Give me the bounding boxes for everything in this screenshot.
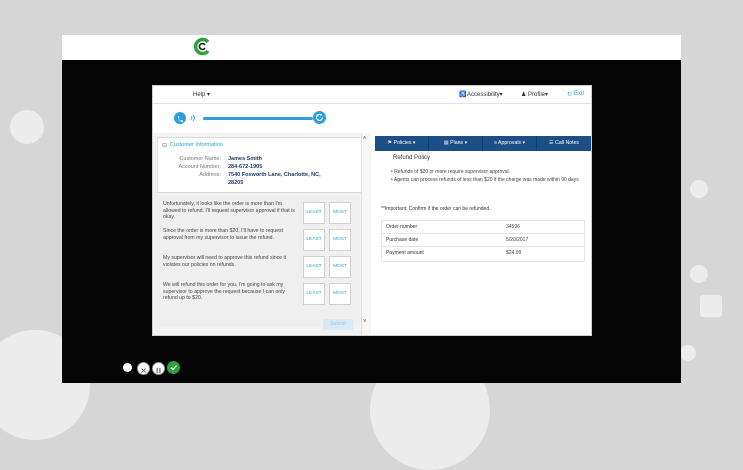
customer-info-card: ⊟ Customer Information Customer Name: Ja… (157, 137, 362, 193)
customer-info-title: Customer Information (170, 142, 223, 148)
least-button[interactable]: LEAST (303, 229, 325, 251)
help-menu[interactable]: Help ▾ (193, 91, 210, 98)
response-text: My supervisor will need to approve this … (163, 255, 287, 268)
accessibility-menu[interactable]: Accessibility▾ (467, 91, 503, 98)
order-number-label: Order number (386, 224, 418, 230)
most-button[interactable]: MOST (329, 256, 351, 278)
submit-button[interactable]: Submit (323, 319, 353, 330)
background-circle (690, 265, 708, 283)
customer-name-label: Customer Name: (179, 156, 221, 162)
address-line1: 7540 Foxworth Lane, Charlotte, NC, (228, 172, 321, 178)
response-option: My supervisor will need to approve this … (157, 253, 360, 278)
account-number-label: Account Number: (178, 164, 222, 170)
important-note: **Important: Confirm if the order can be… (381, 206, 491, 212)
purchase-date-value: 5/20/2017 (506, 237, 529, 243)
customer-name-value: James Smith (228, 156, 262, 162)
least-button[interactable]: LEAST (303, 256, 325, 278)
response-options: Unfortunately, it looks like the order i… (157, 195, 360, 327)
phone-icon (174, 112, 186, 124)
profile-icon: ♟ (521, 92, 527, 98)
exit-icon: ↻ (567, 92, 573, 98)
tab-approvals[interactable]: ≡ Approvals ▾ (483, 136, 537, 151)
refresh-icon[interactable] (313, 111, 326, 124)
check-icon[interactable] (167, 361, 180, 374)
account-number-value: 284-672-1905 (228, 164, 263, 170)
accessibility-icon: ♿ (459, 92, 467, 98)
response-text: Unfortunately, it looks like the order i… (163, 201, 295, 220)
response-text: We will refund this order for you. I'm g… (163, 282, 285, 301)
company-logo-icon (193, 37, 210, 56)
tab-policies[interactable]: ⚑ Policies ▾ (375, 136, 429, 151)
volume-icon (190, 114, 195, 122)
table-row: Payment amount $24.99 (382, 247, 584, 259)
tab-call-notes[interactable]: ☰ Call Notes (537, 136, 591, 151)
chevron-down-icon[interactable]: ˅ (363, 319, 367, 325)
tab-bar: ⚑ Policies ▾ ▤ Plans ▾ ≡ Approvals ▾ ☰ C… (375, 136, 591, 151)
purchase-date-label: Purchase date (386, 237, 419, 243)
payment-amount-label: Payment amount (386, 250, 424, 256)
right-pane: ⚑ Policies ▾ ▤ Plans ▾ ≡ Approvals ▾ ☰ C… (375, 133, 591, 335)
top-header-bar (62, 35, 681, 60)
pause-icon[interactable] (152, 362, 165, 375)
background-circle (690, 180, 708, 198)
call-progress-bar (153, 104, 591, 132)
order-number-value: 34596 (506, 224, 520, 230)
collapse-icon[interactable]: ⊟ (162, 142, 167, 149)
least-button[interactable]: LEAST (303, 202, 325, 224)
agent-app-window: Help ▾ ♿ Accessibility▾ ♟ Profile▾ ↻ Exi… (152, 85, 592, 336)
call-timeline-track (203, 117, 313, 120)
background-square (700, 295, 722, 317)
left-pane: ⊟ Customer Information Customer Name: Ja… (153, 133, 371, 335)
payment-amount-value: $24.99 (506, 250, 522, 256)
tab-plans[interactable]: ▤ Plans ▾ (429, 136, 483, 151)
most-button[interactable]: MOST (329, 202, 351, 224)
policy-title: Refund Policy (393, 155, 431, 161)
menu-bar: Help ▾ ♿ Accessibility▾ ♟ Profile▾ ↻ Exi… (153, 86, 591, 104)
profile-menu[interactable]: Profile▾ (528, 91, 548, 98)
exit-link[interactable]: Exit (574, 91, 584, 97)
most-button[interactable]: MOST (329, 229, 351, 251)
least-button[interactable]: LEAST (303, 283, 325, 305)
background-circle (10, 110, 44, 144)
dot-icon[interactable] (123, 363, 132, 372)
table-row: Order number 34596 (382, 221, 584, 234)
policy-bullet: • Refunds of $20 or more require supervi… (391, 169, 511, 175)
table-row: Purchase date 5/20/2017 (382, 234, 584, 247)
background-circle (680, 345, 696, 361)
response-text: Since the order is more than $20, I'll h… (163, 228, 284, 241)
left-pane-scrollbar[interactable]: ˄ ˅ (361, 133, 371, 335)
response-option: We will refund this order for you. I'm g… (157, 280, 360, 305)
chevron-up-icon[interactable]: ˄ (363, 136, 367, 142)
response-option: Unfortunately, it looks like the order i… (157, 199, 360, 224)
response-option: Since the order is more than $20, I'll h… (157, 226, 360, 251)
address-line2: 28205 (228, 180, 244, 186)
address-label: Address: (199, 172, 221, 178)
most-button[interactable]: MOST (329, 283, 351, 305)
order-table: Order number 34596 Purchase date 5/20/20… (381, 220, 585, 262)
policy-bullet: • Agents can process refunds of less tha… (391, 177, 579, 183)
close-icon[interactable] (137, 362, 150, 375)
video-controls (123, 361, 183, 375)
